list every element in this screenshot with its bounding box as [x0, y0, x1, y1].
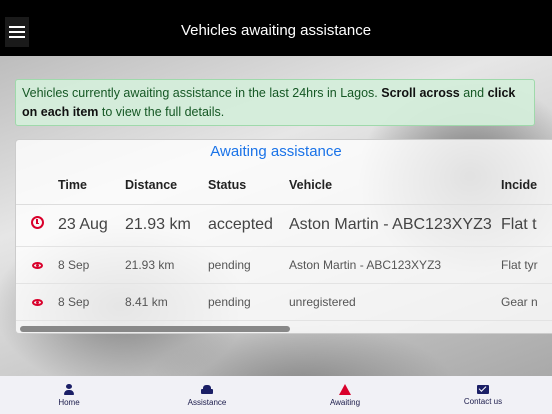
row-vehicle: Aston Martin - ABC123XYZ3 [289, 204, 501, 247]
table-row[interactable]: 8 Sep 8.41 km pending unregistered Gear … [16, 283, 552, 321]
header-incident: Incide [501, 166, 552, 205]
header-distance: Distance [125, 166, 208, 205]
row-distance: 21.93 km [125, 204, 208, 247]
bottom-nav: Home Assistance Awaiting Contact us [0, 376, 552, 414]
nav-label: Contact us [463, 396, 503, 406]
envelope-icon [477, 384, 489, 394]
table-header-row: Time Distance Status Vehicle Incide [16, 166, 552, 205]
header-icon-col [16, 166, 58, 205]
row-incident: Flat t [501, 204, 552, 247]
awaiting-panel: Awaiting assistance Time Distance Status… [15, 139, 552, 334]
row-vehicle: unregistered [289, 283, 501, 321]
awaiting-table: Time Distance Status Vehicle Incide 23 A… [16, 166, 552, 321]
row-status: pending [208, 246, 289, 284]
table-row[interactable]: 8 Sep 21.93 km pending Aston Martin - AB… [16, 246, 552, 284]
row-time: 23 Aug [58, 204, 125, 247]
car-icon [201, 384, 213, 395]
top-bar: Vehicles awaiting assistance [0, 0, 552, 56]
eye-icon [31, 298, 43, 306]
table-scroll-area[interactable]: Time Distance Status Vehicle Incide 23 A… [16, 166, 552, 326]
row-time: 8 Sep [58, 283, 125, 321]
alert-text-3: to view the full details. [101, 105, 225, 119]
alert-bold-scroll: Scroll across [381, 86, 460, 100]
page-title: Vehicles awaiting assistance [180, 22, 372, 39]
alert-text-2: and [463, 86, 485, 100]
header-time: Time [58, 166, 125, 205]
row-incident: Gear n [501, 283, 552, 321]
panel-title: Awaiting assistance [210, 143, 342, 160]
nav-home[interactable]: Home [0, 376, 138, 414]
warning-icon [339, 383, 351, 395]
row-status: accepted [208, 204, 289, 247]
header-vehicle: Vehicle [289, 166, 501, 205]
nav-assistance[interactable]: Assistance [138, 376, 276, 414]
row-incident: Flat tyr [501, 246, 552, 284]
nav-label: Awaiting [329, 397, 361, 407]
table-row[interactable]: 23 Aug 21.93 km accepted Aston Martin - … [16, 204, 552, 247]
row-distance: 8.41 km [125, 283, 208, 321]
row-vehicle: Aston Martin - ABC123XYZ3 [289, 246, 501, 284]
row-distance: 21.93 km [125, 246, 208, 284]
nav-label: Home [58, 397, 80, 407]
nav-awaiting[interactable]: Awaiting [276, 376, 414, 414]
clock-icon [30, 216, 44, 229]
row-status: pending [208, 283, 289, 321]
user-icon [63, 383, 75, 395]
info-alert: Vehicles currently awaiting assistance i… [15, 79, 535, 126]
row-time: 8 Sep [58, 246, 125, 284]
horizontal-scrollbar[interactable] [20, 326, 290, 332]
nav-contact[interactable]: Contact us [414, 376, 552, 414]
nav-label: Assistance [187, 397, 227, 407]
alert-text-1: Vehicles currently awaiting assistance i… [22, 86, 378, 100]
eye-icon [31, 261, 43, 269]
header-status: Status [208, 166, 289, 205]
